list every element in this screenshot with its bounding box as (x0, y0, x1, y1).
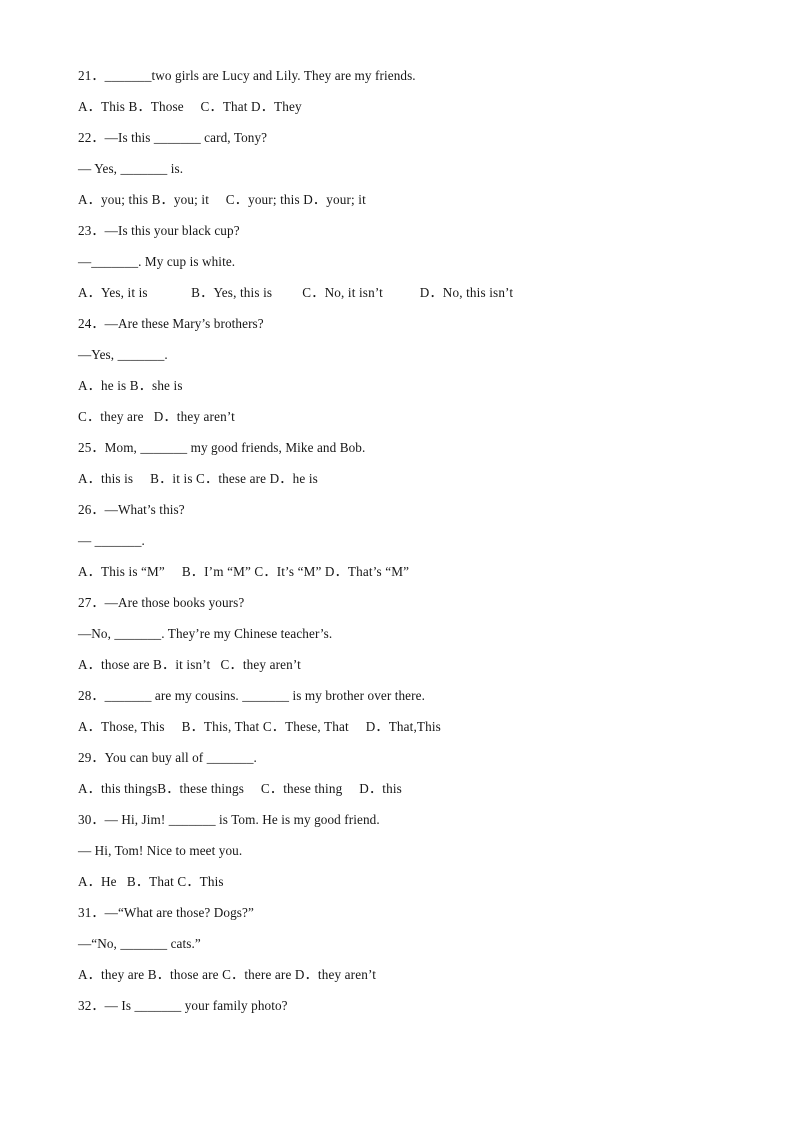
option-line: A．he is B．she is (78, 378, 183, 393)
dialogue-line: —“No, _______ cats.” (78, 936, 201, 951)
question-line: 26．—What’s this? (78, 502, 185, 517)
question-line: 27．—Are those books yours? (78, 595, 245, 610)
option-line: A．this is B．it is C．these are D．he is (78, 471, 318, 486)
option-line: A．they are B．those are C．there are D．the… (78, 967, 377, 982)
question-list: 21．_______two girls are Lucy and Lily. T… (78, 60, 738, 1021)
dialogue-line: — Hi, Tom! Nice to meet you. (78, 843, 243, 858)
question-line: 25．Mom, _______ my good friends, Mike an… (78, 440, 366, 455)
question-line: 21．_______two girls are Lucy and Lily. T… (78, 68, 416, 83)
dialogue-line: —_______. My cup is white. (78, 254, 236, 269)
option-line: A．those are B．it isn’t C．they aren’t (78, 657, 301, 672)
question-line: 30．— Hi, Jim! _______ is Tom. He is my g… (78, 812, 380, 827)
option-line: A．you; this B．you; it C．your; this D．you… (78, 192, 366, 207)
option-line: A．Those, This B．This, That C．These, That… (78, 719, 441, 734)
question-line: 29．You can buy all of _______. (78, 750, 257, 765)
dialogue-line: —No, _______. They’re my Chinese teacher… (78, 626, 333, 641)
option-line: C．they are D．they aren’t (78, 409, 235, 424)
question-line: 28．_______ are my cousins. _______ is my… (78, 688, 425, 703)
dialogue-line: —Yes, _______. (78, 347, 168, 362)
dialogue-line: — _______. (78, 533, 145, 548)
question-line: 24．—Are these Mary’s brothers? (78, 316, 264, 331)
dialogue-line: — Yes, _______ is. (78, 161, 184, 176)
question-line: 32．— Is _______ your family photo? (78, 998, 288, 1013)
question-line: 31．—“What are those? Dogs?” (78, 905, 254, 920)
document-page: 21．_______two girls are Lucy and Lily. T… (0, 0, 794, 1123)
option-line: A．this thingsB．these things C．these thin… (78, 781, 402, 796)
option-line: A．This is “M” B．I’m “M” C．It’s “M” D．Tha… (78, 564, 410, 579)
option-line: A．This B．Those C．That D．They (78, 99, 302, 114)
option-line: A．He B．That C．This (78, 874, 224, 889)
option-line: A．Yes, it is B．Yes, this is C．No, it isn… (78, 285, 514, 300)
question-line: 23．—Is this your black cup? (78, 223, 240, 238)
question-line: 22．—Is this _______ card, Tony? (78, 130, 268, 145)
